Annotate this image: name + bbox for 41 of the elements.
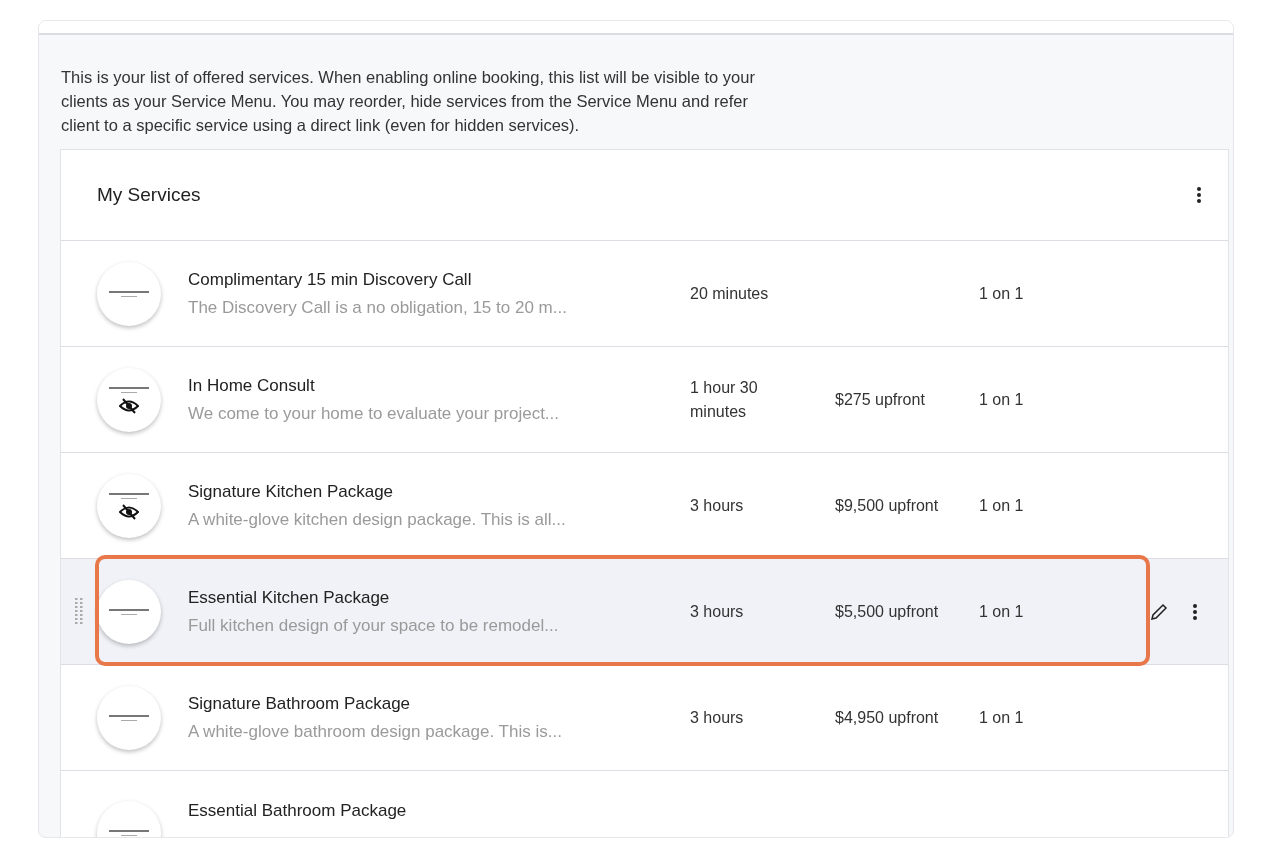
drag-handle-icon[interactable] [75, 597, 83, 626]
more-menu-icon[interactable] [1192, 602, 1198, 621]
service-name: Complimentary 15 min Discovery Call [188, 269, 473, 290]
session-type-text: 1 on 1 [979, 708, 1025, 727]
session-type-text: 1 on 1 [979, 602, 1025, 621]
logo-icon [109, 829, 149, 837]
service-name: In Home Consult [188, 375, 316, 396]
edit-pencil-icon[interactable] [1150, 602, 1168, 621]
service-description: We come to your home to evaluate your project... [188, 403, 561, 424]
intro-text: This is your list of offered services. When enabling online booking, this list will be visible to your clients as your Service Menu. You may reorder, hide services from the Service Menu and refer client to a specific service using a direct link (even for hidden services). [61, 67, 756, 136]
session-type-text: 1 on 1 [979, 496, 1025, 515]
more-menu-icon[interactable] [1196, 186, 1202, 204]
service-name: Signature Bathroom Package [188, 693, 412, 714]
service-row[interactable]: Essential Bathroom Package [61, 771, 1228, 837]
logo-icon [109, 385, 149, 394]
price-text: $5,500 upfront [835, 602, 940, 621]
duration-text: 3 hours [690, 495, 745, 516]
logo-icon [109, 607, 149, 616]
session-type-text: 1 on 1 [979, 284, 1025, 303]
service-name: Signature Kitchen Package [188, 481, 395, 502]
session-type-text: 1 on 1 [979, 390, 1025, 409]
duration-text: 20 minutes [690, 283, 770, 304]
logo-icon [109, 491, 149, 500]
service-row[interactable]: In Home Consult We come to your home to evaluate your project... 1 hour 30 minutes $275 upfront 1 on 1 [61, 347, 1228, 453]
logo-icon [109, 713, 149, 722]
service-description: The Discovery Call is a no obligation, 15 to 20 m... [188, 297, 568, 318]
duration-text: 3 hours [690, 707, 745, 728]
service-name: Essential Kitchen Package [188, 587, 391, 608]
service-row[interactable]: Complimentary 15 min Discovery Call The Discovery Call is a no obligation, 15 to 20 m... 20 minutes 1 on 1 [61, 241, 1228, 347]
service-description: A white-glove bathroom design package. This is... [188, 721, 563, 742]
service-description: Full kitchen design of your space to be remodel... [188, 615, 560, 636]
duration-text: 1 hour 30 minutes [690, 377, 759, 422]
service-row[interactable]: Signature Bathroom Package A white-glove bathroom design package. This is... 3 hours $4,950 upfront 1 on 1 [61, 665, 1228, 771]
price-text: $9,500 upfront [835, 496, 940, 515]
duration-text: 3 hours [690, 601, 745, 622]
service-description: A white-glove kitchen design package. This is all... [188, 509, 567, 530]
price-text: $275 upfront [835, 390, 926, 409]
service-name: Essential Bathroom Package [188, 801, 408, 821]
price-text: $4,950 upfront [835, 708, 940, 727]
card-title: My Services [97, 184, 201, 206]
logo-icon [109, 289, 149, 298]
